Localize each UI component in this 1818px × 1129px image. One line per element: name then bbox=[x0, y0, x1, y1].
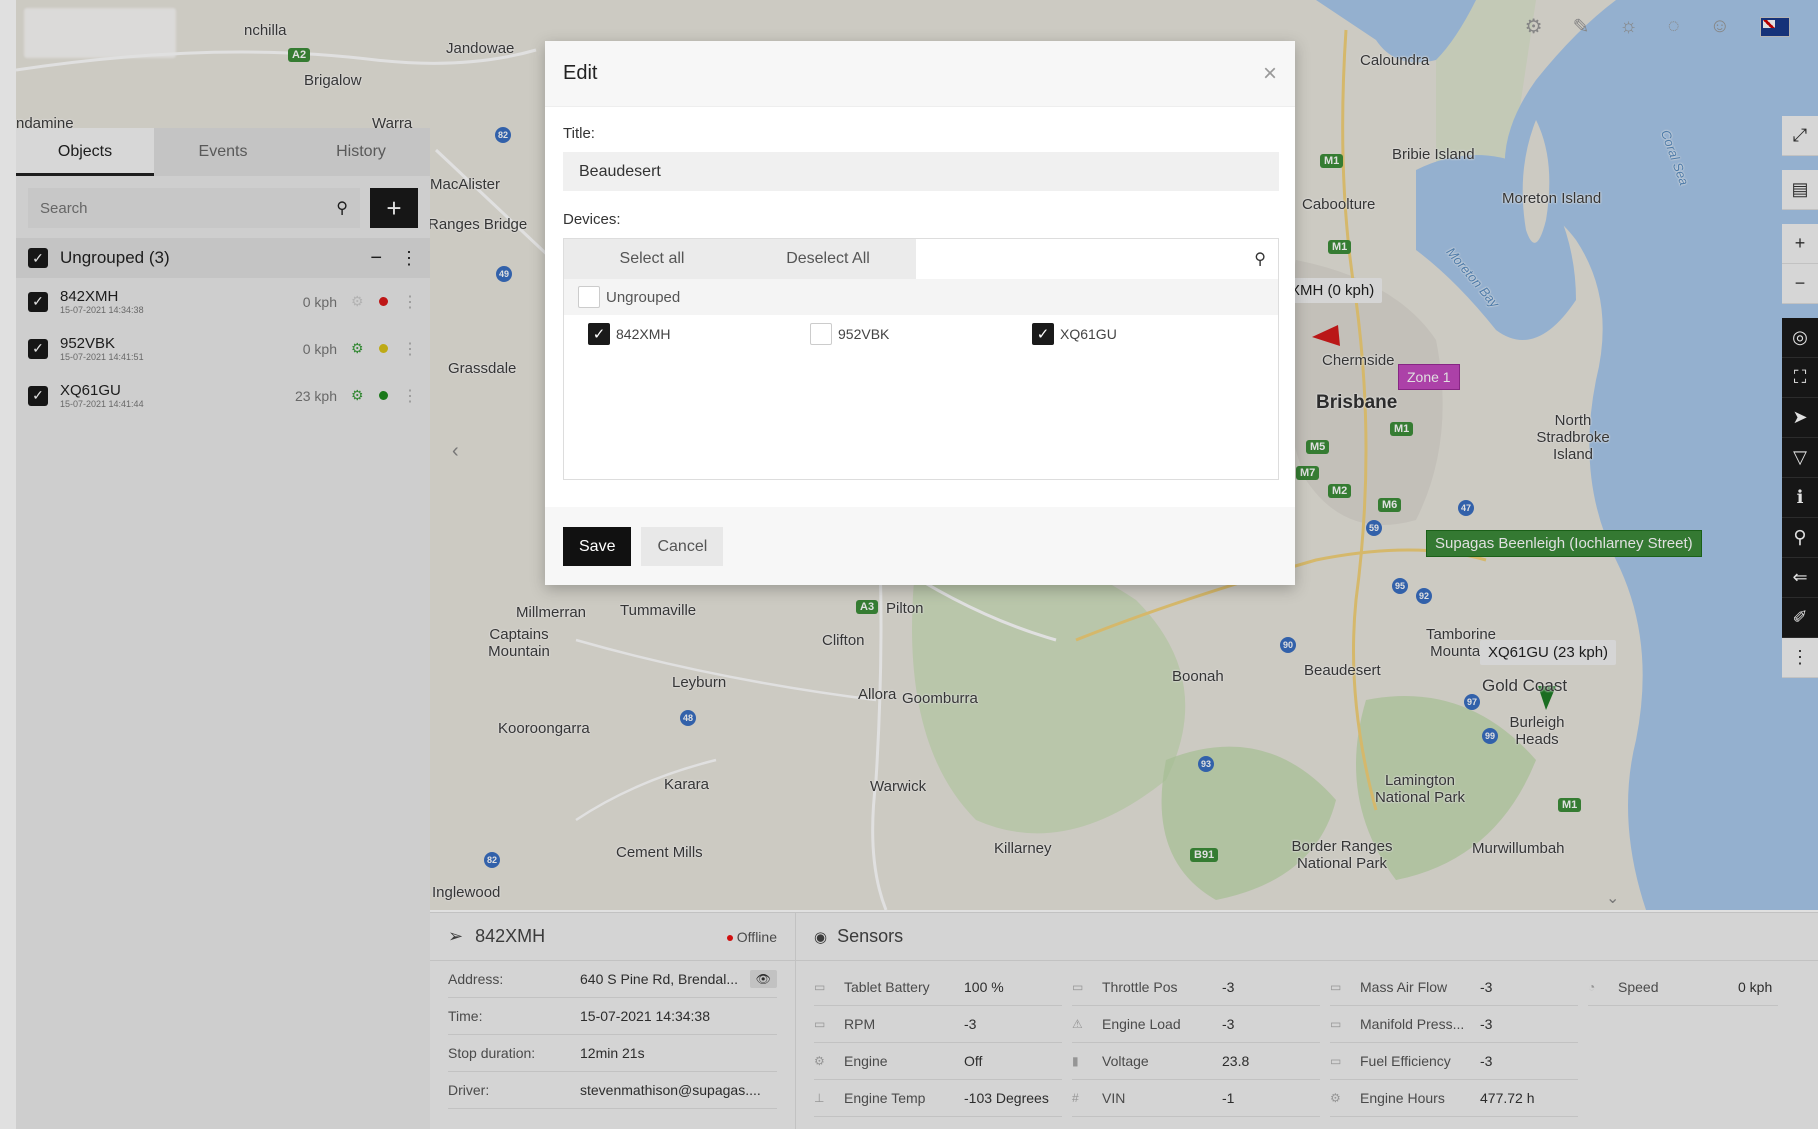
device-option[interactable]: ✓ XQ61GU bbox=[1032, 323, 1254, 345]
device-list: ✓ 842XMH 952VBK ✓ XQ61GU bbox=[564, 315, 1278, 353]
device-label: 952VBK bbox=[838, 326, 890, 342]
device-label: 842XMH bbox=[616, 326, 671, 342]
device-checkbox[interactable]: ✓ bbox=[588, 323, 610, 345]
device-option[interactable]: ✓ 842XMH bbox=[588, 323, 810, 345]
devices-label: Devices: bbox=[563, 211, 621, 228]
search-icon[interactable]: ⚲ bbox=[1254, 249, 1266, 269]
group-name: Ungrouped bbox=[606, 288, 681, 306]
title-label: Title: bbox=[563, 125, 595, 142]
devices-toolbar: Select all Deselect All ⚲ bbox=[564, 239, 1278, 279]
modal-title: Edit bbox=[563, 62, 598, 84]
deselect-all-button[interactable]: Deselect All bbox=[740, 239, 916, 279]
group-checkbox[interactable] bbox=[578, 286, 600, 308]
devices-box: Select all Deselect All ⚲ Ungrouped ✓ 842… bbox=[563, 238, 1279, 480]
device-option[interactable]: 952VBK bbox=[810, 323, 1032, 345]
close-icon[interactable]: × bbox=[1263, 60, 1277, 88]
cancel-button[interactable]: Cancel bbox=[641, 526, 724, 566]
device-checkbox[interactable]: ✓ bbox=[1032, 323, 1054, 345]
edit-modal: Edit × Title: Devices: Select all Desele… bbox=[545, 41, 1295, 585]
device-label: XQ61GU bbox=[1060, 326, 1117, 342]
save-button[interactable]: Save bbox=[563, 526, 632, 566]
select-all-button[interactable]: Select all bbox=[564, 239, 740, 279]
title-input[interactable] bbox=[563, 152, 1279, 191]
device-checkbox[interactable] bbox=[810, 323, 832, 345]
device-group-row[interactable]: Ungrouped bbox=[564, 279, 1278, 315]
modal-footer: Save Cancel bbox=[545, 507, 1295, 585]
modal-header: Edit × bbox=[545, 41, 1295, 107]
modal-body: Title: Devices: Select all Deselect All … bbox=[545, 107, 1295, 480]
